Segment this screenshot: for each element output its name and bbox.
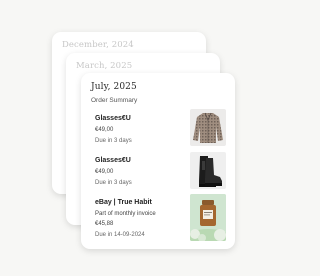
due-date: Due in 3 days (95, 180, 132, 186)
order-amount: €45,88 (95, 221, 114, 227)
checked-jacket-icon (193, 112, 223, 143)
merchant-name: eBay | True Habit (95, 199, 152, 206)
month-title: March, 2025 (76, 61, 133, 71)
order-amount: €49,00 (95, 127, 114, 133)
candle-jar-icon (190, 194, 226, 241)
product-image-candle (190, 194, 226, 241)
month-title: December, 2024 (62, 40, 134, 50)
merchant-name: Glasses€U (95, 157, 131, 164)
merchant-name: Glasses€U (95, 115, 131, 122)
order-item[interactable]: Glasses€U €49,00 Due in 3 days (95, 114, 185, 146)
product-image-boots (190, 152, 226, 189)
order-item[interactable]: Glasses€U €49,00 Due in 3 days (95, 156, 185, 188)
month-card-july[interactable]: July, 2025 Order Summary Glasses€U €49,0… (81, 73, 235, 249)
order-amount: €49,00 (95, 169, 114, 175)
invoice-note: Part of monthly invoice (95, 211, 156, 217)
order-item[interactable]: eBay | True Habit Part of monthly invoic… (95, 198, 185, 240)
black-boots-icon (199, 156, 222, 187)
product-image-jacket (190, 109, 226, 146)
order-summary-heading: Order Summary (91, 97, 138, 104)
due-date: Due in 14-09-2024 (95, 232, 145, 238)
month-title: July, 2025 (91, 82, 137, 92)
due-date: Due in 3 days (95, 138, 132, 144)
